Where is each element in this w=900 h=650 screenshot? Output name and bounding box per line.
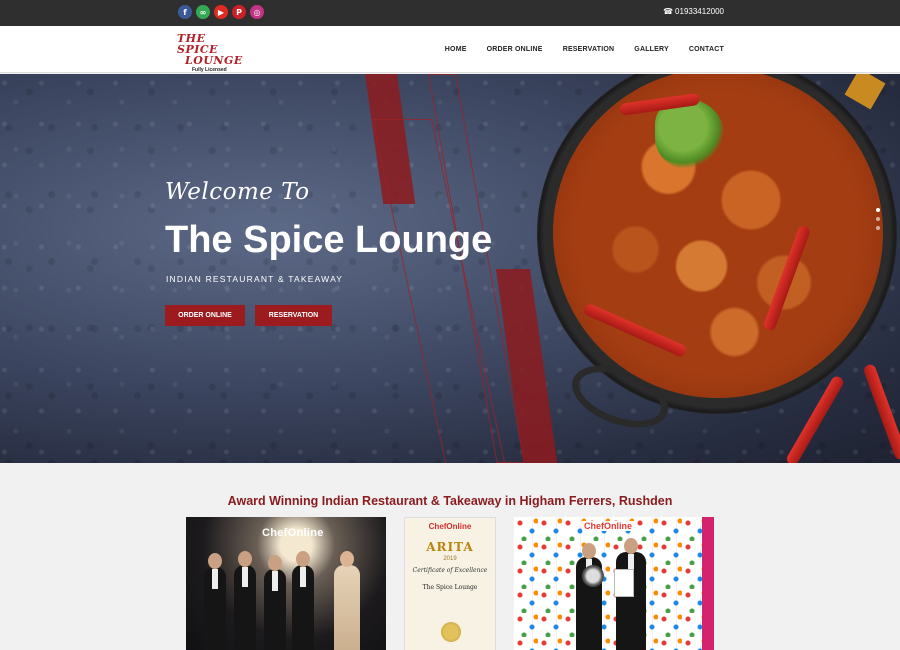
instagram-icon[interactable]: ◎	[250, 5, 264, 19]
award-certificate[interactable]: ChefOnline ARITA 2019 Certificate of Exc…	[404, 517, 496, 650]
certificate-year: 2019	[443, 556, 457, 562]
main-nav: HOME ORDER ONLINE RESERVATION GALLERY CO…	[445, 46, 724, 53]
nav-order-online[interactable]: ORDER ONLINE	[487, 46, 543, 53]
facebook-icon[interactable]: f	[178, 5, 192, 19]
social-links: f ∞ ▶ P ◎	[178, 5, 264, 19]
slider-dot[interactable]	[876, 217, 880, 221]
logo-subtitle: Fully Licensed	[192, 67, 227, 73]
certificate-brand: ChefOnline	[428, 522, 472, 531]
hero-welcome: Welcome To	[165, 179, 310, 205]
logo[interactable]: THE SPICE LOUNGE Fully Licensed	[176, 32, 246, 73]
award-certificate-small	[614, 569, 634, 597]
chefonline-logo: ChefOnline	[582, 521, 635, 531]
hero-banner: Welcome To The Spice Lounge INDIAN RESTA…	[0, 74, 900, 463]
logo-line2: LOUNGE	[185, 54, 243, 67]
phone-number: 01933412000	[675, 7, 724, 16]
hero-title: The Spice Lounge	[165, 219, 493, 261]
nav-contact[interactable]: CONTACT	[689, 46, 724, 53]
phone-icon: ☎	[663, 7, 674, 16]
slider-dot[interactable]	[876, 226, 880, 230]
youtube-icon[interactable]: ▶	[214, 5, 228, 19]
person	[292, 551, 314, 650]
person	[264, 555, 286, 650]
nav-gallery[interactable]: GALLERY	[634, 46, 669, 53]
banner-edge	[702, 517, 714, 650]
person	[234, 551, 256, 650]
certificate-seal	[441, 622, 461, 642]
tripadvisor-icon[interactable]: ∞	[196, 5, 210, 19]
award-photo-ceremony[interactable]: ChefOnline	[186, 517, 386, 650]
awards-title: Award Winning Indian Restaurant & Takeaw…	[227, 494, 673, 508]
header: THE SPICE LOUNGE Fully Licensed HOME ORD…	[0, 26, 900, 73]
nav-home[interactable]: HOME	[445, 46, 467, 53]
certificate-title: Certificate of Excellence	[412, 567, 488, 574]
chefonline-logo: ChefOnline	[262, 527, 324, 539]
top-bar: f ∞ ▶ P ◎ ☎ 01933412000	[0, 0, 900, 26]
person	[616, 538, 646, 650]
slider-dot[interactable]	[876, 208, 880, 212]
phone-link[interactable]: ☎ 01933412000	[663, 7, 724, 16]
slider-dots	[876, 208, 880, 230]
certificate-award: ARITA	[426, 540, 474, 554]
pinterest-icon[interactable]: P	[232, 5, 246, 19]
award-plaque	[582, 565, 604, 587]
reservation-button[interactable]: RESERVATION	[255, 305, 332, 326]
hero-subtitle: INDIAN RESTAURANT & TAKEAWAY	[166, 274, 344, 284]
order-online-button[interactable]: ORDER ONLINE	[165, 305, 245, 326]
person	[334, 551, 360, 650]
person	[204, 553, 226, 650]
logo-line1: THE SPICE	[177, 32, 218, 56]
certificate-name: The Spice Lounge	[422, 584, 478, 591]
nav-reservation[interactable]: RESERVATION	[563, 46, 615, 53]
award-photo-winners[interactable]: ChefOnline	[514, 517, 714, 650]
